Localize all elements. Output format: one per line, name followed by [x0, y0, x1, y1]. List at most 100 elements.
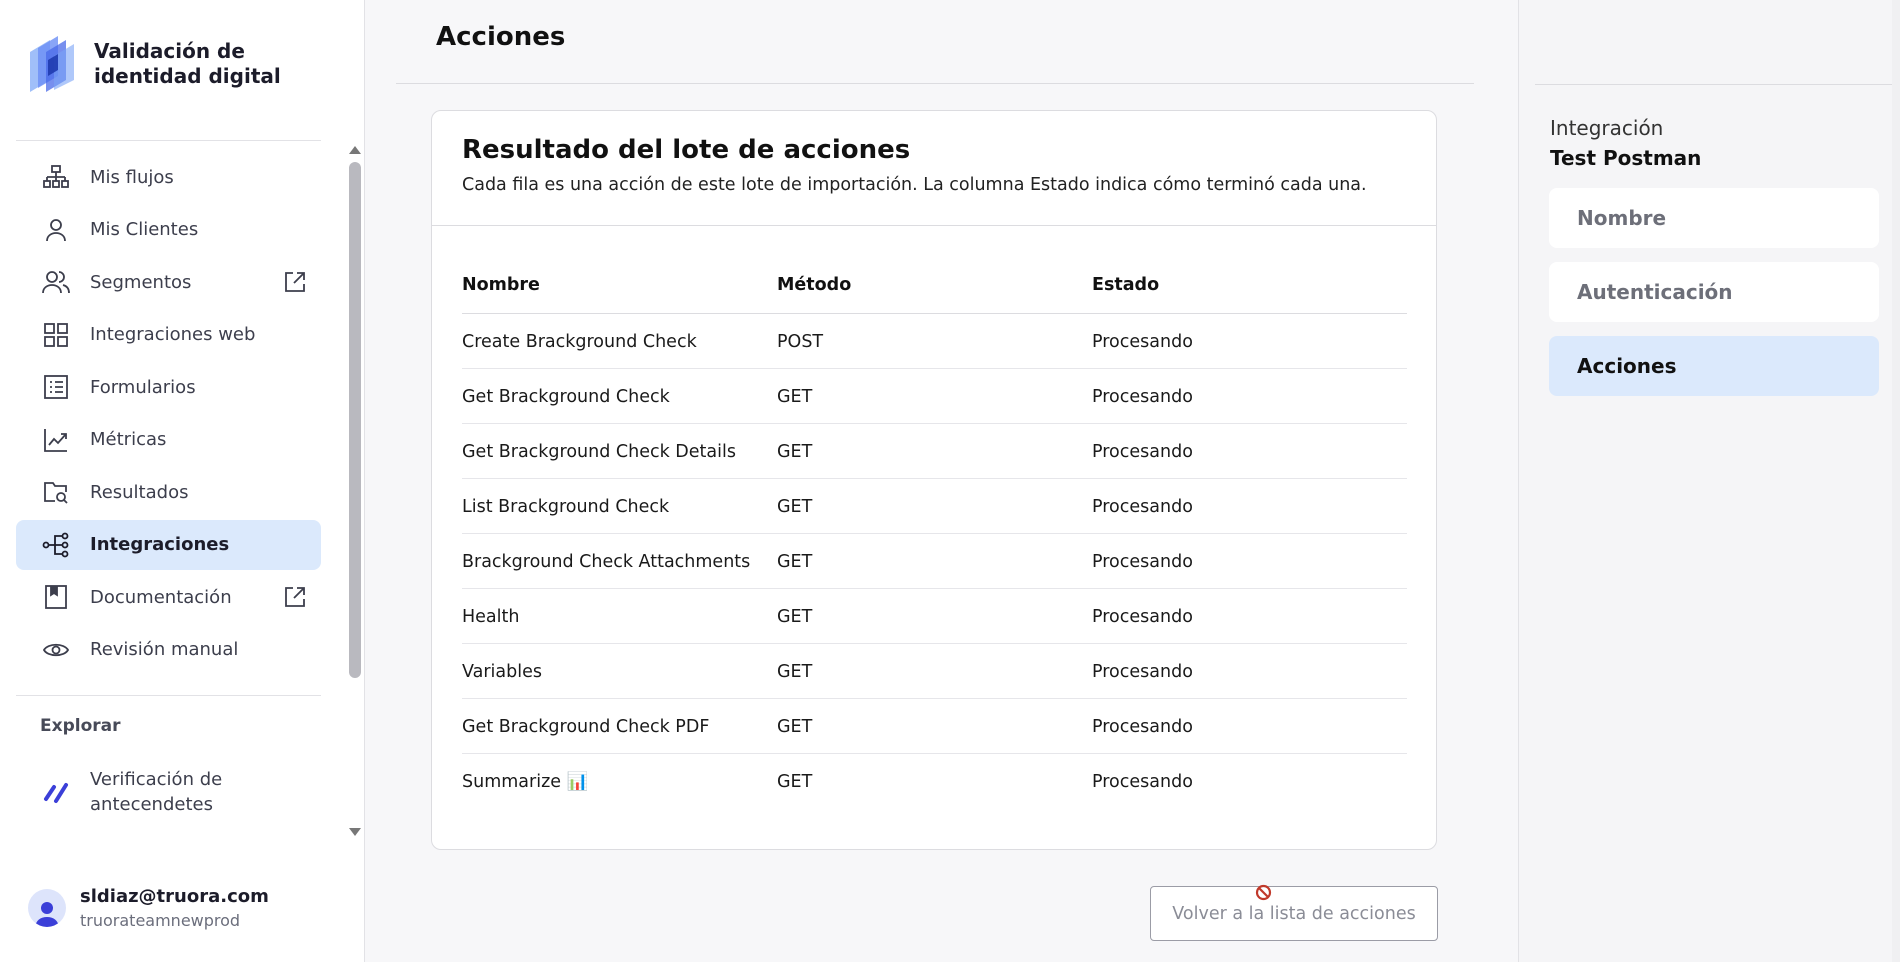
cell-metodo: POST: [777, 313, 1092, 369]
cell-estado: Procesando: [1092, 698, 1407, 754]
sidebar-item-label: Segmentos: [90, 271, 192, 293]
sidebar-item-label: Resultados: [90, 481, 189, 503]
users-icon: [42, 268, 70, 296]
app-title-line2: identidad digital: [94, 64, 281, 88]
brand-logo-icon: [28, 36, 80, 92]
cell-nombre: Variables: [462, 643, 777, 699]
app-title: Validación de identidad digital: [94, 39, 281, 89]
sidebar-divider: [16, 140, 321, 141]
cell-estado: Procesando: [1092, 423, 1407, 479]
sidebar-scrollbar[interactable]: [344, 140, 366, 840]
sidebar-item-label: Mis Clientes: [90, 219, 199, 240]
avatar: [28, 889, 66, 927]
user-email: sldiaz@truora.com: [80, 886, 269, 907]
brand[interactable]: Validación de identidad digital: [28, 36, 281, 92]
table-row: Health GET Procesando: [462, 588, 1407, 644]
table-row: Summarize 📊 GET Procesando: [462, 753, 1407, 808]
card-header: Resultado del lote de acciones Cada fila…: [432, 111, 1436, 226]
tab-nombre[interactable]: Nombre: [1549, 188, 1879, 248]
grid-icon: [42, 321, 70, 349]
sidebar-item-documentacion[interactable]: Documentación: [16, 572, 321, 622]
sidebar-item-label: Integraciones: [90, 534, 230, 555]
sidebar-item-formularios[interactable]: Formularios: [16, 362, 321, 412]
sidebar-item-segmentos[interactable]: Segmentos: [16, 257, 321, 307]
cell-nombre: Get Brackground Check Details: [462, 423, 777, 479]
cell-estado: Procesando: [1092, 478, 1407, 534]
table-header-row: Nombre Método Estado: [462, 257, 1407, 314]
table-row: Get Brackground Check Details GET Proces…: [462, 423, 1407, 479]
cell-estado: Procesando: [1092, 643, 1407, 699]
flow-icon: [42, 163, 70, 191]
cell-metodo: GET: [777, 423, 1092, 479]
right-panel: Integración Test Postman Nombre Autentic…: [1518, 0, 1900, 962]
user-org: truorateamnewprod: [80, 911, 241, 930]
chart-icon: [42, 426, 70, 454]
cell-estado: Procesando: [1092, 368, 1407, 424]
integration-label: Integración: [1550, 116, 1664, 140]
main-header: Acciones: [396, 0, 1474, 84]
sidebar-item-integraciones[interactable]: Integraciones: [16, 519, 321, 570]
explore-item-verificacion[interactable]: Verificación de antecendetes: [16, 762, 321, 822]
table-row: Get Brackground Check PDF GET Procesando: [462, 698, 1407, 754]
right-panel-divider: [1535, 84, 1900, 85]
table-row: Brackground Check Attachments GET Proces…: [462, 533, 1407, 589]
cell-estado: Procesando: [1092, 533, 1407, 589]
external-link-icon[interactable]: [283, 585, 307, 609]
explore-item-line1: Verificación de: [90, 769, 223, 790]
sidebar-item-label: Revisión manual: [90, 639, 239, 660]
eye-icon: [42, 636, 70, 664]
folder-search-icon: [42, 478, 70, 506]
scroll-up-arrow-icon[interactable]: [349, 146, 361, 154]
cell-nombre: Summarize 📊: [462, 771, 589, 792]
cell-estado: Procesando: [1092, 313, 1407, 369]
cell-nombre: Get Brackground Check: [462, 368, 777, 424]
app-title-line1: Validación de: [94, 39, 245, 63]
explore-label: Explorar: [40, 716, 121, 736]
sidebar-item-label: Formularios: [90, 376, 196, 398]
not-allowed-cursor-icon: [1255, 884, 1272, 901]
user-profile[interactable]: sldiaz@truora.com truorateamnewprod: [28, 886, 269, 930]
page-title: Acciones: [436, 22, 566, 52]
sidebar-item-revision-manual[interactable]: Revisión manual: [16, 625, 321, 675]
scroll-down-arrow-icon[interactable]: [349, 828, 361, 836]
cell-nombre: Get Brackground Check PDF: [462, 698, 777, 754]
explore-item-label: Verificación de antecendetes: [90, 767, 222, 817]
cell-metodo: GET: [777, 643, 1092, 699]
sidebar-item-label: Métricas: [90, 429, 167, 450]
cell-nombre: Create Brackground Check: [462, 313, 777, 369]
sidebar: Validación de identidad digital Mis fluj…: [0, 0, 365, 962]
cell-estado: Procesando: [1092, 588, 1407, 644]
sidebar-item-mis-flujos[interactable]: Mis flujos: [16, 152, 321, 202]
cell-metodo: GET: [777, 698, 1092, 754]
column-header-estado: Estado: [1092, 257, 1407, 314]
sidebar-item-label: Documentación: [90, 586, 232, 608]
user-icon: [42, 216, 70, 244]
back-to-actions-button[interactable]: Volver a la lista de acciones: [1150, 886, 1438, 941]
cell-estado: Procesando: [1092, 771, 1193, 792]
external-link-icon[interactable]: [283, 270, 307, 294]
sidebar-item-label: Mis flujos: [90, 166, 174, 188]
integrations-icon: [42, 531, 70, 559]
scroll-thumb[interactable]: [349, 162, 361, 678]
column-header-metodo: Método: [777, 257, 1092, 314]
truora-slash-icon: [42, 778, 70, 806]
cell-metodo: GET: [777, 478, 1092, 534]
sidebar-divider: [16, 695, 321, 696]
page-scrollbar[interactable]: [1892, 0, 1900, 962]
sidebar-item-resultados[interactable]: Resultados: [16, 467, 321, 517]
integration-name: Test Postman: [1550, 146, 1702, 170]
tab-autenticacion[interactable]: Autenticación: [1549, 262, 1879, 322]
cell-metodo: GET: [777, 368, 1092, 424]
book-icon: [42, 583, 70, 611]
sidebar-item-metricas[interactable]: Métricas: [16, 415, 321, 465]
tab-acciones[interactable]: Acciones: [1549, 336, 1879, 396]
sidebar-item-label: Integraciones web: [90, 324, 256, 345]
sidebar-item-mis-clientes[interactable]: Mis Clientes: [16, 205, 321, 255]
sidebar-item-integraciones-web[interactable]: Integraciones web: [16, 310, 321, 360]
column-header-nombre: Nombre: [462, 257, 777, 314]
user-info: sldiaz@truora.com truorateamnewprod: [80, 886, 269, 930]
form-icon: [42, 373, 70, 401]
sidebar-nav: Mis flujos Mis Clientes Segmentos Integr…: [16, 152, 321, 677]
actions-table: Nombre Método Estado Create Brackground …: [462, 257, 1407, 808]
cell-nombre: List Brackground Check: [462, 478, 777, 534]
